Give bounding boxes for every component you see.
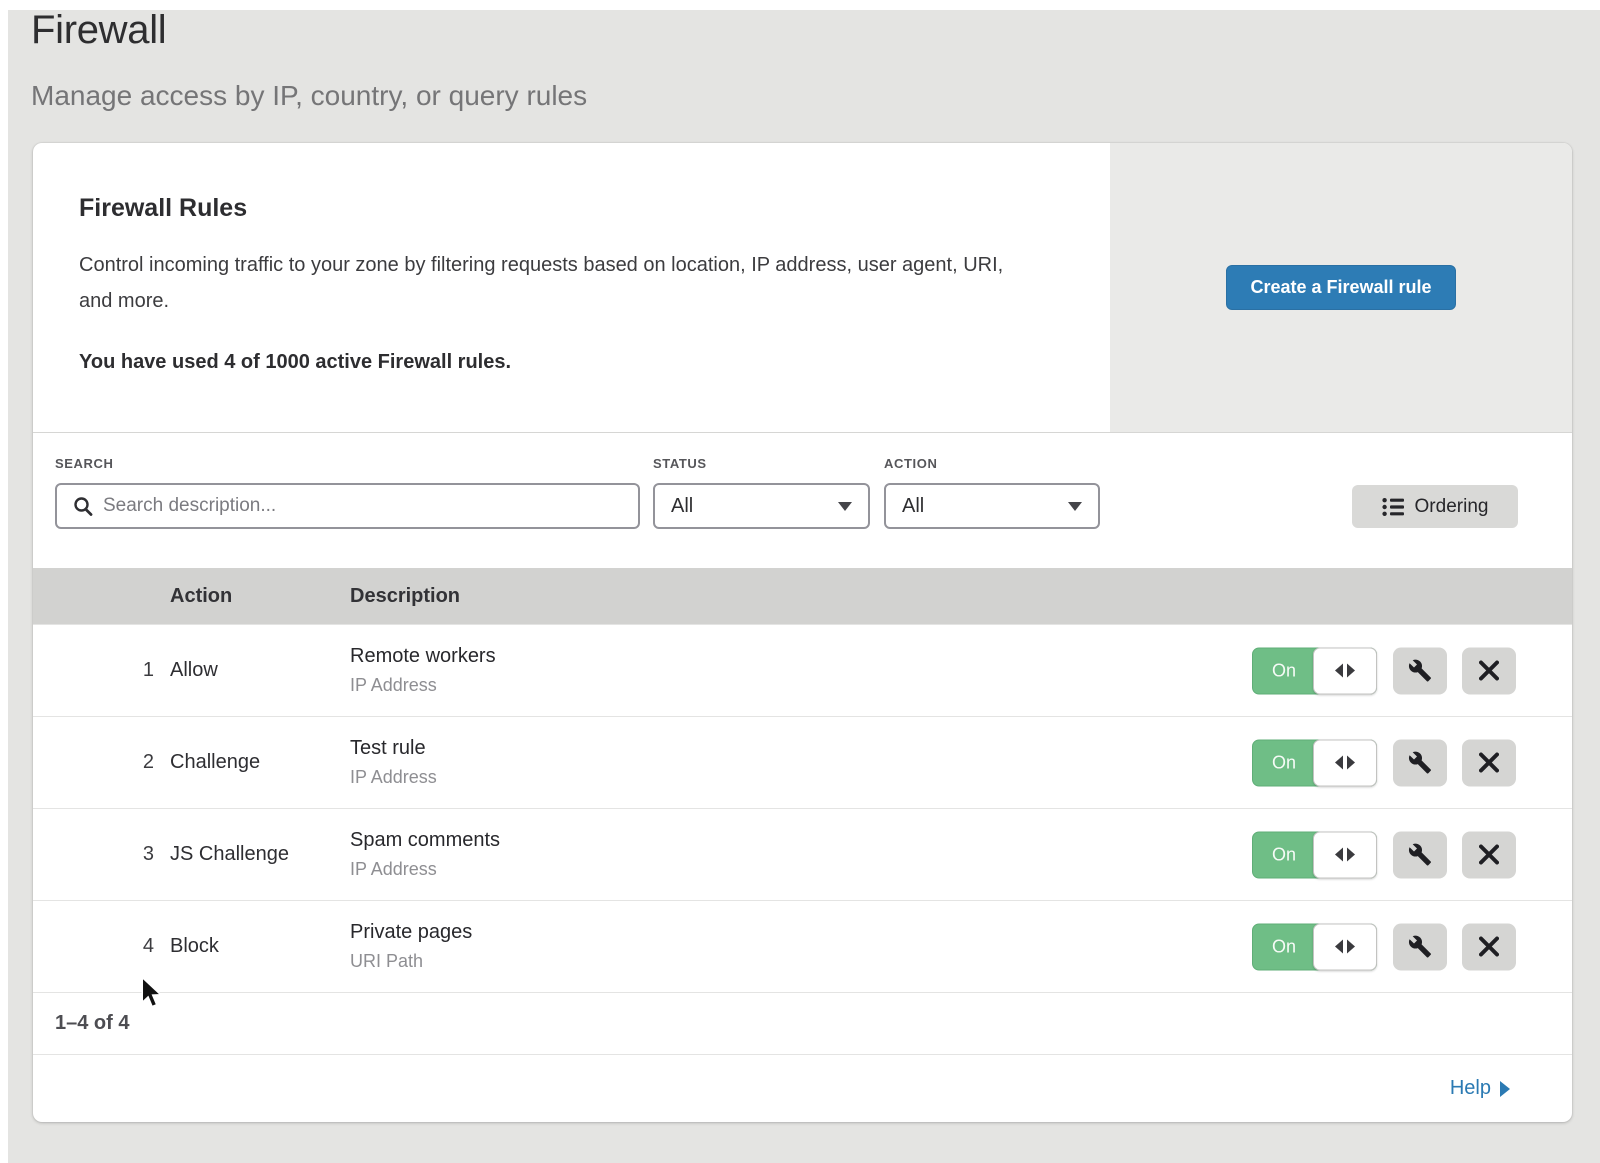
edit-rule-button[interactable] (1393, 831, 1447, 878)
card-header-section: Firewall Rules Control incoming traffic … (33, 143, 1572, 433)
chevron-down-icon (838, 502, 852, 511)
page-title: Firewall (31, 8, 166, 53)
rule-priority: 4 (33, 935, 170, 958)
action-label: ACTION (884, 456, 937, 471)
action-select[interactable]: All (884, 483, 1100, 529)
usage-summary: You have used 4 of 1000 active Firewall … (79, 351, 1064, 374)
pagination-bar: 1–4 of 4 (33, 992, 1572, 1054)
help-link[interactable]: Help (1450, 1077, 1510, 1100)
delete-rule-button[interactable] (1462, 923, 1516, 970)
page-subtitle: Manage access by IP, country, or query r… (31, 80, 587, 112)
rule-enabled-toggle[interactable]: On (1252, 831, 1377, 878)
help-arrow-icon (1500, 1081, 1510, 1097)
delete-rule-button[interactable] (1462, 647, 1516, 694)
left-right-arrows-icon[interactable] (1313, 739, 1377, 786)
toggle-on-label: On (1253, 752, 1315, 773)
wrench-icon (1408, 659, 1432, 683)
rule-action: Block (170, 935, 350, 958)
close-icon (1479, 661, 1499, 681)
search-label: SEARCH (55, 456, 114, 471)
section-heading: Firewall Rules (79, 194, 1064, 223)
table-row: 4 Block Private pages URI Path On (33, 900, 1572, 992)
rule-action: JS Challenge (170, 843, 350, 866)
status-select[interactable]: All (653, 483, 870, 529)
close-icon (1479, 937, 1499, 957)
toggle-on-label: On (1253, 936, 1315, 957)
section-description: Control incoming traffic to your zone by… (79, 247, 1034, 319)
rule-enabled-toggle[interactable]: On (1252, 739, 1377, 786)
rule-controls: On (1252, 739, 1516, 786)
wrench-icon (1408, 751, 1432, 775)
edit-rule-button[interactable] (1393, 647, 1447, 694)
table-row: 3 JS Challenge Spam comments IP Address … (33, 808, 1572, 900)
table-row: 2 Challenge Test rule IP Address On (33, 716, 1572, 808)
rule-action: Challenge (170, 751, 350, 774)
rule-priority: 1 (33, 659, 170, 682)
description-column-header: Description (350, 585, 1572, 608)
edit-rule-button[interactable] (1393, 923, 1447, 970)
rule-priority: 2 (33, 751, 170, 774)
table-row: 1 Allow Remote workers IP Address On (33, 624, 1572, 716)
close-icon (1479, 845, 1499, 865)
wrench-icon (1408, 935, 1432, 959)
rule-controls: On (1252, 647, 1516, 694)
pagination-range: 1–4 of 4 (55, 1012, 129, 1035)
status-label: STATUS (653, 456, 707, 471)
rule-controls: On (1252, 923, 1516, 970)
search-field-container (55, 483, 640, 529)
table-header: Action Description (33, 568, 1572, 624)
search-icon (73, 496, 93, 516)
delete-rule-button[interactable] (1462, 831, 1516, 878)
firewall-page: Firewall Manage access by IP, country, o… (0, 0, 1600, 1163)
rule-enabled-toggle[interactable]: On (1252, 647, 1377, 694)
rule-priority: 3 (33, 843, 170, 866)
create-firewall-rule-button[interactable]: Create a Firewall rule (1226, 265, 1455, 310)
filters-section: SEARCH STATUS All ACTION All (33, 433, 1572, 568)
intro-section: Firewall Rules Control incoming traffic … (33, 143, 1110, 432)
ordering-button-label: Ordering (1415, 496, 1489, 518)
cta-panel: Create a Firewall rule (1110, 143, 1572, 432)
wrench-icon (1408, 843, 1432, 867)
delete-rule-button[interactable] (1462, 739, 1516, 786)
action-selected-value: All (902, 495, 924, 518)
left-right-arrows-icon[interactable] (1313, 831, 1377, 878)
chevron-down-icon (1068, 502, 1082, 511)
left-right-arrows-icon[interactable] (1313, 647, 1377, 694)
firewall-rules-card: Firewall Rules Control incoming traffic … (33, 143, 1572, 1122)
status-selected-value: All (671, 495, 693, 518)
edit-rule-button[interactable] (1393, 739, 1447, 786)
help-bar: Help (33, 1054, 1572, 1122)
close-icon (1479, 753, 1499, 773)
action-column-header: Action (170, 585, 350, 608)
toggle-on-label: On (1253, 844, 1315, 865)
rule-action: Allow (170, 659, 350, 682)
left-right-arrows-icon[interactable] (1313, 923, 1377, 970)
ordering-button[interactable]: Ordering (1352, 485, 1518, 528)
ordered-list-icon (1382, 497, 1404, 517)
toggle-on-label: On (1253, 660, 1315, 681)
search-input[interactable] (103, 495, 638, 517)
help-link-label: Help (1450, 1077, 1491, 1100)
rule-enabled-toggle[interactable]: On (1252, 923, 1377, 970)
rule-controls: On (1252, 831, 1516, 878)
